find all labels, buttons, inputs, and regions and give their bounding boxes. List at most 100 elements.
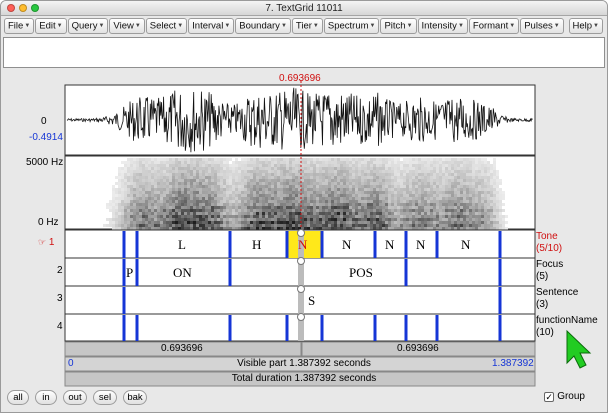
spectrogram-cell [421,167,424,170]
zoom-out-button[interactable]: out [63,390,87,405]
spectrogram-cell [343,164,346,167]
spectrogram-cell [487,200,490,203]
spectrogram-cell [430,170,433,173]
spectrogram-cell [271,191,274,194]
zoom-all-button[interactable]: all [7,390,29,405]
spectrogram-cell [277,200,280,203]
sound-editor-canvas[interactable] [1,1,607,389]
spectrogram-cell [178,191,181,194]
spectrogram-cell [313,200,316,203]
zoom-in-button[interactable]: in [35,390,57,405]
spectrogram-cell [295,197,298,200]
spectrogram-cell [163,173,166,176]
spectrogram-cell [445,173,448,176]
spectrogram-cell [400,206,403,209]
spectrogram-cell [490,224,493,227]
spectrogram-cell [187,200,190,203]
spectrogram-cell [247,203,250,206]
spectrogram-cell [352,215,355,218]
interval-label[interactable]: N [342,237,351,253]
spectrogram-cell [181,167,184,170]
spectrogram-cell [442,197,445,200]
spectrogram-cell [202,170,205,173]
spectrogram-cell [391,209,394,212]
group-toggle[interactable]: ✓ Group [544,391,585,402]
spectrogram-cell [274,206,277,209]
spectrogram-cell [292,206,295,209]
spectrogram-cell [223,197,226,200]
spectrogram-cell [229,164,232,167]
spectrogram-cell [214,206,217,209]
spectrogram-cell [181,188,184,191]
right-segment-duration[interactable]: 0.693696 [397,343,439,354]
spectrogram-cell [268,185,271,188]
tier-4-number[interactable]: 4 [57,321,63,332]
interval-label[interactable]: L [178,237,186,253]
interval-label[interactable]: S [308,293,315,309]
spectrogram-cell [256,200,259,203]
zoom-back-button[interactable]: bak [123,390,147,405]
spectrogram-cell [265,212,268,215]
spectrogram-cell [466,200,469,203]
spectrogram-cell [484,179,487,182]
interval-label[interactable]: POS [349,265,373,281]
spectrogram-cell [430,224,433,227]
spectrogram-cell [142,176,145,179]
spectrogram-cell [199,212,202,215]
spectrogram-cell [283,179,286,182]
spectrogram-cell [406,200,409,203]
spectrogram-cell [415,164,418,167]
spectrogram-cell [322,170,325,173]
spectrogram-cell [280,167,283,170]
zoom-selection-button[interactable]: sel [93,390,117,405]
group-checkbox[interactable]: ✓ [544,391,555,402]
spectrogram-cell [400,200,403,203]
spectrogram-cell [205,197,208,200]
spectrogram-cell [493,188,496,191]
spectrogram-cell [361,176,364,179]
total-duration-label[interactable]: Total duration 1.387392 seconds [1,373,607,384]
spectrogram-cell [322,185,325,188]
spectrogram-cell [247,170,250,173]
interval-label[interactable]: H [252,237,261,253]
left-segment-duration[interactable]: 0.693696 [161,343,203,354]
interval-label[interactable]: P [126,265,133,281]
interval-label-selected[interactable]: N [298,237,307,253]
spectrogram-cell [112,218,115,221]
interval-label[interactable]: N [461,237,470,253]
tier-3-number[interactable]: 3 [57,293,63,304]
spectrogram-cell [370,215,373,218]
interval-label[interactable]: N [385,237,394,253]
spectrogram-cell [112,188,115,191]
spectrogram-cell [295,221,298,224]
spectrogram-cell [163,221,166,224]
spectrogram-cell [142,194,145,197]
spectrogram-cell [454,212,457,215]
tier-2-number[interactable]: 2 [57,265,63,276]
spectrogram-cell [439,221,442,224]
spectrogram-cell [145,185,148,188]
spectrogram-cell [496,203,499,206]
spectrogram-cell [133,209,136,212]
spectrogram-cell [160,170,163,173]
spectrogram-cell [145,191,148,194]
spectrogram-cell [238,173,241,176]
spectrogram-cell [403,200,406,203]
spectrogram-cell [196,185,199,188]
tier-1-number[interactable]: ☞ 1 [38,237,54,248]
spectrogram-cell [178,182,181,185]
interval-label[interactable]: ON [173,265,192,281]
spectrogram-cell [442,194,445,197]
spectrogram-cell [409,164,412,167]
spectrogram-cell [190,206,193,209]
spectrogram-cell [397,194,400,197]
spectrogram-cell [328,209,331,212]
spectrogram-cell [382,212,385,215]
interval-label[interactable]: N [416,237,425,253]
spectrogram-cell [469,197,472,200]
spectrogram-cell [382,164,385,167]
spectrogram-cell [238,224,241,227]
spectrogram-cell [205,212,208,215]
spectrogram-cell [289,200,292,203]
spectrogram-cell [142,200,145,203]
